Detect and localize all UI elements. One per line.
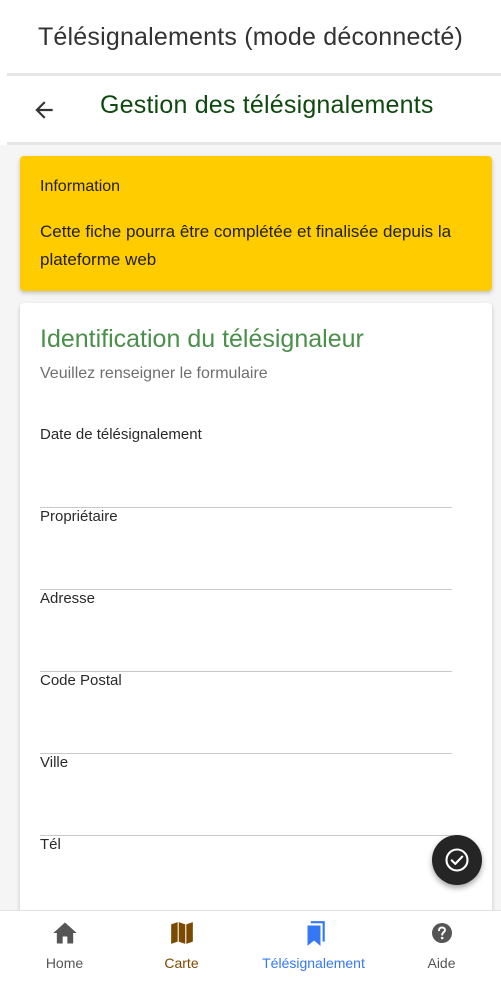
home-icon bbox=[52, 922, 77, 944]
map-icon bbox=[170, 922, 193, 944]
help-icon bbox=[431, 923, 452, 943]
tab-help[interactable]: Aide bbox=[379, 911, 501, 981]
field-label: Tél bbox=[40, 836, 61, 853]
info-card-text: Cette fiche pourra être complétée et fin… bbox=[40, 222, 452, 269]
app-title: Télésignalements (mode déconnecté) bbox=[37, 22, 464, 51]
field-label: Code Postal bbox=[40, 672, 122, 689]
info-card-title: Information bbox=[40, 178, 121, 195]
arrow-left-icon bbox=[35, 101, 53, 119]
form-subtitle: Veuillez renseigner le formulaire bbox=[40, 365, 268, 382]
tab-home-label: Home bbox=[45, 955, 84, 971]
form-title: Identification du télésignaleur bbox=[40, 325, 364, 353]
page-title: Gestion des télésignalements bbox=[100, 91, 434, 119]
back-button[interactable] bbox=[24, 90, 64, 130]
check-circle-icon bbox=[445, 848, 469, 872]
tab-home[interactable]: Home bbox=[2, 911, 127, 981]
content-area[interactable]: Information Cette fiche pourra être comp… bbox=[0, 145, 501, 910]
owner-field[interactable]: Propriétaire bbox=[40, 508, 452, 590]
field-label: Adresse bbox=[40, 590, 96, 607]
address-field[interactable]: Adresse bbox=[40, 590, 452, 672]
tab-help-label: Aide bbox=[427, 955, 456, 971]
tab-map-label: Carte bbox=[164, 955, 199, 971]
nav-header: Gestion des télésignalements bbox=[0, 76, 501, 142]
tab-telesignalement-label: Télésignalement bbox=[262, 955, 365, 971]
city-field[interactable]: Ville bbox=[40, 754, 452, 836]
submit-fab-button[interactable] bbox=[432, 835, 482, 885]
field-label: Date de télésignalement bbox=[40, 426, 202, 443]
field-label: Propriétaire bbox=[40, 508, 118, 525]
info-card: Information Cette fiche pourra être comp… bbox=[20, 156, 492, 291]
bookmark-icon bbox=[307, 921, 325, 946]
tab-map[interactable]: Carte bbox=[119, 911, 244, 981]
phone-field[interactable]: Tél bbox=[40, 836, 452, 910]
field-label: Ville bbox=[40, 754, 69, 771]
tab-telesignalement[interactable]: Télésignalement bbox=[251, 911, 376, 981]
bottom-nav: Home Carte Télésignalement Aide bbox=[0, 910, 501, 981]
date-field[interactable]: Date de télésignalement bbox=[40, 426, 452, 508]
postal-code-field[interactable]: Code Postal bbox=[40, 672, 452, 754]
